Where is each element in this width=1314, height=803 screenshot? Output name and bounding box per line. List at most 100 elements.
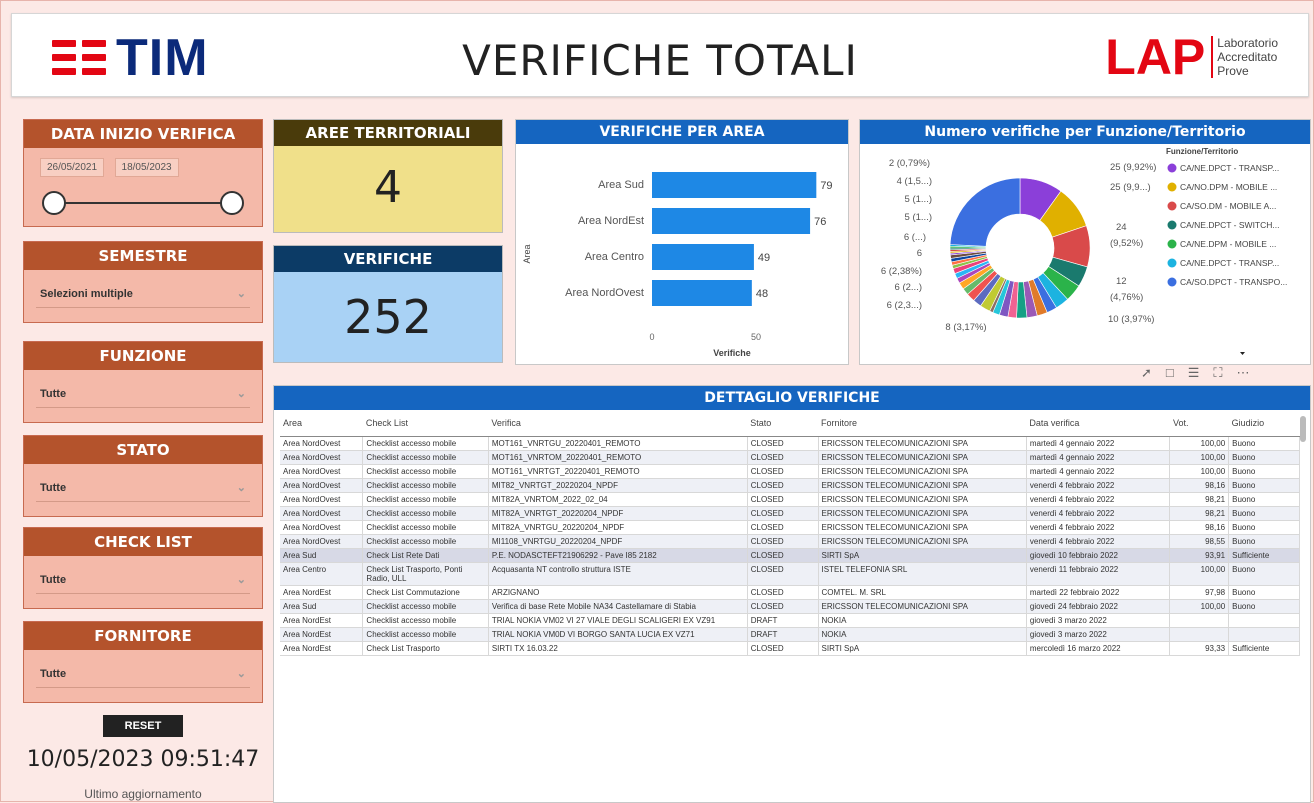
table-cell-vot: 100,00: [1169, 599, 1230, 614]
table-row[interactable]: Area NordOvest Checklist accesso mobile MO…: [280, 450, 1300, 465]
table-cell-verifica: TRIAL NOKIA VM02 VI 27 VIALE DEGLI SCALI…: [488, 613, 748, 628]
table-cell-area: Area Sud: [280, 599, 364, 614]
visual-toolbar[interactable]: ➚□☰⛶⋯: [1141, 365, 1264, 381]
table-row[interactable]: Area NordOvest Checklist accesso mobile MO…: [280, 464, 1300, 479]
table-row[interactable]: Area NordOvest Checklist accesso mobile MI…: [280, 492, 1300, 507]
column-header-area[interactable]: Area: [280, 410, 363, 437]
table-cell-check: Checklist accesso mobile: [362, 627, 489, 642]
table-cell-check: Check List Trasporto, Ponti Radio, ULL: [362, 562, 489, 586]
table-row[interactable]: Area NordEst Check List Trasporto SIRTI TX…: [280, 641, 1300, 656]
table-cell-area: Area NordOvest: [280, 520, 364, 535]
table-cell-giudizio: Buono: [1228, 464, 1300, 479]
table-row[interactable]: Area NordOvest Checklist accesso mobile MI…: [280, 534, 1300, 549]
dropdown-value: Selezioni multiple: [40, 287, 133, 300]
column-header-stato[interactable]: Stato: [747, 410, 819, 437]
chevron-down-icon: ⌄: [236, 668, 246, 680]
table-row[interactable]: Area NordEst Checklist accesso mobile TRIA…: [280, 613, 1300, 628]
check-list-dropdown[interactable]: Tutte ⌄: [36, 566, 250, 594]
donut-data-label: 6 (2...): [895, 282, 922, 293]
kpi-title: VERIFICHE: [274, 246, 502, 272]
kpi-value: 252: [344, 290, 432, 344]
bar-chart: Area Sud 79 Area NordEst 76 Area Centro 49 Are…: [522, 172, 833, 358]
table-cell-giudizio: Buono: [1228, 585, 1300, 600]
table-cell-stato: CLOSED: [747, 534, 819, 549]
table-cell-check: Checklist accesso mobile: [362, 599, 489, 614]
bar-category-label: Area NordOvest: [565, 287, 644, 299]
table-cell-stato: DRAFT: [747, 613, 819, 628]
table-row[interactable]: Area NordOvest Checklist accesso mobile MI…: [280, 520, 1300, 535]
filter-title: SEMESTRE: [24, 242, 262, 270]
stato-dropdown[interactable]: Tutte ⌄: [36, 474, 250, 502]
date-end-input[interactable]: 18/05/2023: [114, 158, 179, 177]
table-row[interactable]: Area NordOvest Checklist accesso mobile MI…: [280, 478, 1300, 493]
table-row[interactable]: Area Sud Checklist accesso mobile Verifica…: [280, 599, 1300, 614]
filter-title: DATA INIZIO VERIFICA: [24, 120, 262, 148]
table-cell-data: venerdì 11 febbraio 2022: [1026, 562, 1171, 586]
table-row[interactable]: Area NordEst Check List Commutazione ARZIG…: [280, 585, 1300, 600]
table-cell-vot: 97,98: [1169, 585, 1230, 600]
table-cell-check: Checklist accesso mobile: [362, 520, 489, 535]
table-row[interactable]: Area NordOvest Checklist accesso mobile MI…: [280, 506, 1300, 521]
table-cell-area: Area NordOvest: [280, 534, 364, 549]
table-cell-vot: 100,00: [1169, 436, 1230, 451]
semestre-dropdown[interactable]: Selezioni multiple ⌄: [36, 280, 250, 308]
table-cell-fornitore: ERICSSON TELECOMUNICAZIONI SPA: [818, 520, 1027, 535]
table-row[interactable]: Area NordOvest Checklist accesso mobile MO…: [280, 436, 1300, 451]
chevron-down-icon: ⌄: [236, 288, 246, 300]
filter-semestre: SEMESTRE Selezioni multiple ⌄: [23, 241, 263, 323]
fornitore-dropdown[interactable]: Tutte ⌄: [36, 660, 250, 688]
table-cell-data: martedì 22 febbraio 2022: [1026, 585, 1171, 600]
dropdown-value: Tutte: [40, 481, 67, 494]
table-cell-check: Check List Trasporto: [362, 641, 489, 656]
table-scrollbar[interactable]: [1300, 416, 1306, 442]
reset-button[interactable]: RESET: [103, 715, 183, 737]
column-header-check-list[interactable]: Check List: [362, 410, 489, 437]
last-update-timestamp: 10/05/2023 09:51:47: [26, 747, 260, 772]
table-cell-check: Checklist accesso mobile: [362, 506, 489, 521]
table-cell-stato: CLOSED: [747, 450, 819, 465]
dropdown-value: Tutte: [40, 667, 67, 680]
column-header-data-verifica[interactable]: Data verifica: [1026, 410, 1170, 437]
date-start-input[interactable]: 26/05/2021: [40, 158, 105, 177]
header-bar: TIM VERIFICHE TOTALI LAP Laboratorio Accr…: [11, 13, 1309, 97]
table-cell-verifica: MOT161_VNRTOM_20220401_REMOTO: [488, 450, 748, 465]
table-cell-data: martedì 4 gennaio 2022: [1026, 436, 1171, 451]
column-header-verifica[interactable]: Verifica: [488, 410, 748, 437]
table-cell-area: Area Sud: [280, 548, 364, 563]
column-header-fornitore[interactable]: Fornitore: [818, 410, 1027, 437]
table-cell-giudizio: Buono: [1228, 562, 1300, 586]
table-row[interactable]: Area Sud Check List Rete Dati P.E. NODASCT…: [280, 548, 1300, 563]
table-cell-verifica: ARZIGNANO: [488, 585, 748, 600]
filter-funzione: FUNZIONE Tutte ⌄: [23, 341, 263, 423]
table-cell-data: giovedì 24 febbraio 2022: [1026, 599, 1171, 614]
dashboard: TIM VERIFICHE TOTALI LAP Laboratorio Accr…: [0, 0, 1314, 803]
legend-marker: [1167, 258, 1177, 268]
dettaglio-table-card: DETTAGLIO VERIFICHE Area Check List Veri…: [273, 385, 1311, 803]
table-row[interactable]: Area NordEst Checklist accesso mobile TRIA…: [280, 627, 1300, 642]
slider-start-handle[interactable]: [42, 191, 66, 215]
table-cell-verifica: SIRTI TX 16.03.22: [488, 641, 748, 656]
table-cell-giudizio: [1228, 627, 1300, 642]
donut-data-label: 25 (9,9...): [1110, 182, 1151, 193]
table-cell-fornitore: ERICSSON TELECOMUNICAZIONI SPA: [818, 492, 1027, 507]
table-cell-fornitore: ISTEL TELEFONIA SRL: [818, 562, 1027, 586]
x-tick-label: 50: [751, 332, 761, 342]
legend-item: CA/SO.DM - MOBILE A...: [1180, 201, 1276, 211]
table-cell-stato: DRAFT: [747, 627, 819, 642]
donut-data-label: 6 (2,3...): [887, 300, 922, 311]
slider-end-handle[interactable]: [220, 191, 244, 215]
table-cell-giudizio: Buono: [1228, 506, 1300, 521]
legend-marker: [1167, 182, 1177, 192]
table-cell-stato: CLOSED: [747, 562, 819, 586]
table-cell-giudizio: Buono: [1228, 492, 1300, 507]
table-cell-check: Checklist accesso mobile: [362, 436, 489, 451]
donut-data-label: (4,76%): [1110, 292, 1143, 303]
table-row[interactable]: Area Centro Check List Trasporto, Ponti R…: [280, 562, 1300, 586]
legend-title: Funzione/Territorio: [1166, 147, 1238, 156]
column-header-giudizio[interactable]: Giudizio: [1228, 410, 1300, 437]
filter-title: FUNZIONE: [24, 342, 262, 370]
funzione-dropdown[interactable]: Tutte ⌄: [36, 380, 250, 408]
x-tick-label: 0: [649, 332, 654, 342]
column-header-vot[interactable]: Vot.: [1169, 410, 1229, 437]
date-range-slider[interactable]: [42, 191, 244, 215]
